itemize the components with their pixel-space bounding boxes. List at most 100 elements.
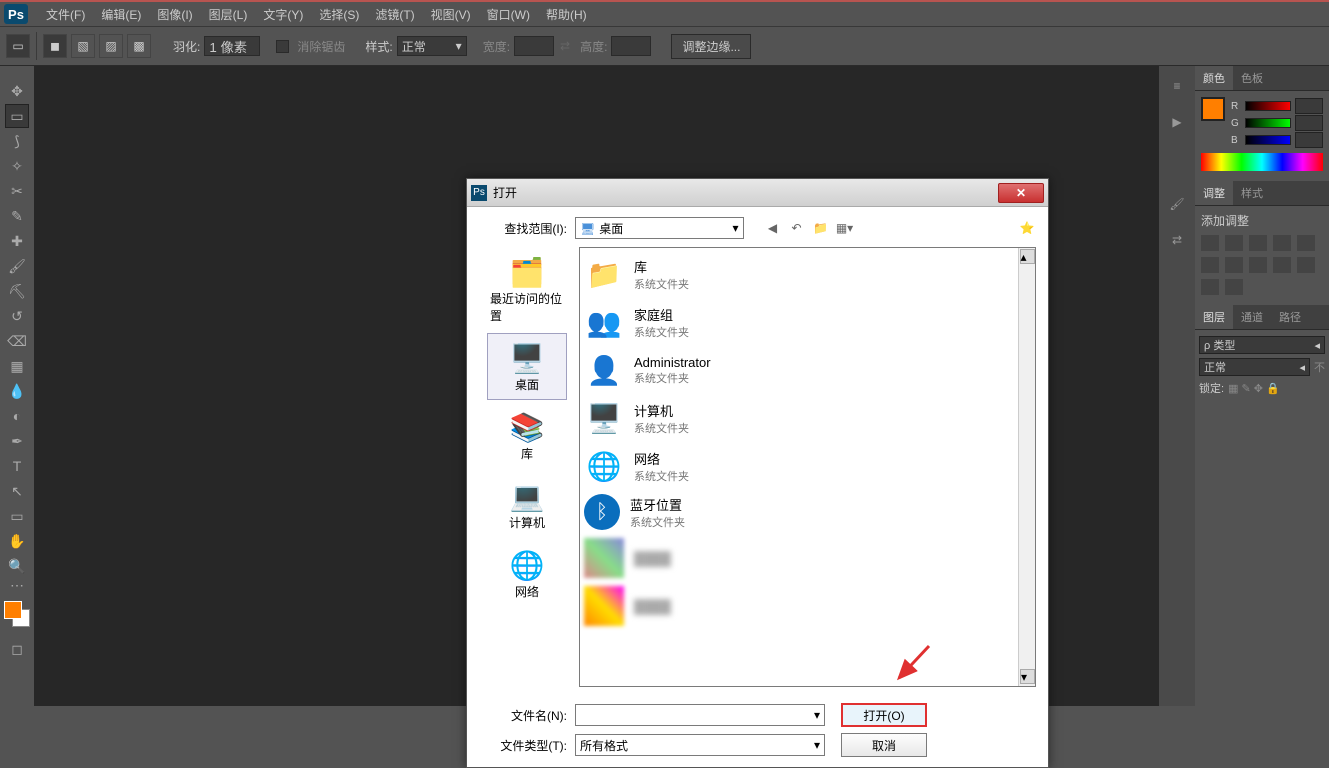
selection-new-icon[interactable]: ◼ <box>43 34 67 58</box>
back-icon[interactable]: ◀ <box>764 219 782 237</box>
file-item-homegroup[interactable]: 👥家庭组系统文件夹 <box>582 298 1033 346</box>
adj-icon[interactable] <box>1249 257 1267 273</box>
brush-preset-icon[interactable]: 🖌 <box>1167 194 1187 214</box>
menu-file[interactable]: 文件(F) <box>38 2 93 27</box>
adj-icon[interactable] <box>1201 257 1219 273</box>
adj-icon[interactable] <box>1201 235 1219 251</box>
adj-icon[interactable] <box>1297 235 1315 251</box>
spectrum-bar[interactable] <box>1201 153 1323 171</box>
fg-swatch[interactable] <box>1201 97 1225 121</box>
file-item-bluetooth[interactable]: ᛒ蓝牙位置系统文件夹 <box>582 490 1033 534</box>
menu-window[interactable]: 窗口(W) <box>479 2 538 27</box>
viewmenu-icon[interactable]: ▦▾ <box>836 219 854 237</box>
filetype-select[interactable]: 所有格式▾ <box>575 734 825 756</box>
menu-image[interactable]: 图像(I) <box>149 2 200 27</box>
eyedropper-tool-icon[interactable]: ✎ <box>5 204 29 228</box>
styles-tab[interactable]: 样式 <box>1233 181 1271 205</box>
hand-tool-icon[interactable]: ✋ <box>5 529 29 553</box>
scroll-up-icon[interactable]: ▴ <box>1020 249 1035 264</box>
layers-tab[interactable]: 图层 <box>1195 305 1233 329</box>
newfolder-icon[interactable]: 📁 <box>812 219 830 237</box>
dialog-titlebar[interactable]: Ps 打开 ✕ <box>467 179 1048 207</box>
blend-mode-select[interactable]: 正常◂ <box>1199 358 1310 376</box>
b-slider[interactable] <box>1245 135 1291 145</box>
swatches-icon[interactable]: ⇄ <box>1167 230 1187 250</box>
file-item-computer[interactable]: 🖥️计算机系统文件夹 <box>582 394 1033 442</box>
selection-add-icon[interactable]: ▧ <box>71 34 95 58</box>
gradient-tool-icon[interactable]: ▦ <box>5 354 29 378</box>
move-tool-icon[interactable]: ✥ <box>5 79 29 103</box>
file-item-library[interactable]: 📁库系统文件夹 <box>582 250 1033 298</box>
channels-tab[interactable]: 通道 <box>1233 305 1271 329</box>
adj-icon[interactable] <box>1273 257 1291 273</box>
menu-help[interactable]: 帮助(H) <box>538 2 595 27</box>
antialias-checkbox[interactable] <box>276 40 289 53</box>
foreground-swatch[interactable] <box>4 601 22 619</box>
marquee-tool-icon[interactable]: ▭ <box>5 104 29 128</box>
cancel-button[interactable]: 取消 <box>841 733 927 757</box>
place-computer[interactable]: 💻计算机 <box>487 471 567 538</box>
menu-view[interactable]: 视图(V) <box>423 2 479 27</box>
r-value[interactable] <box>1295 98 1323 114</box>
menu-type[interactable]: 文字(Y) <box>255 2 311 27</box>
g-slider[interactable] <box>1245 118 1291 128</box>
history-brush-icon[interactable]: ↺ <box>5 304 29 328</box>
file-item-image2[interactable]: ████ <box>582 582 1033 630</box>
wand-tool-icon[interactable]: ✧ <box>5 154 29 178</box>
path-tool-icon[interactable]: ↖ <box>5 479 29 503</box>
text-tool-icon[interactable]: T <box>5 454 29 478</box>
file-list[interactable]: 📁库系统文件夹 👥家庭组系统文件夹 👤Administrator系统文件夹 🖥️… <box>579 247 1036 687</box>
color-swatches[interactable] <box>4 601 30 627</box>
b-value[interactable] <box>1295 132 1323 148</box>
adj-icon[interactable] <box>1225 257 1243 273</box>
favorites-icon[interactable]: ⭐ <box>1018 219 1036 237</box>
quickmask-icon[interactable]: ◻ <box>5 637 29 661</box>
play-icon[interactable]: ▶ <box>1167 112 1187 132</box>
brush-tool-icon[interactable]: 🖌 <box>5 254 29 278</box>
dodge-tool-icon[interactable]: ◐ <box>5 404 29 428</box>
file-item-network[interactable]: 🌐网络系统文件夹 <box>582 442 1033 490</box>
adj-icon[interactable] <box>1249 235 1267 251</box>
lookin-combo[interactable]: 🖥桌面 ▾ <box>575 217 744 239</box>
place-library[interactable]: 📚库 <box>487 402 567 469</box>
style-select[interactable]: 正常▾ <box>397 36 467 56</box>
eraser-tool-icon[interactable]: ⌫ <box>5 329 29 353</box>
marquee-tool-icon[interactable]: ▭ <box>6 34 30 58</box>
place-recent[interactable]: 🗂️最近访问的位置 <box>487 247 567 331</box>
crop-tool-icon[interactable]: ✂ <box>5 179 29 203</box>
scroll-down-icon[interactable]: ▾ <box>1020 669 1035 684</box>
file-item-admin[interactable]: 👤Administrator系统文件夹 <box>582 346 1033 394</box>
swatches-tab[interactable]: 色板 <box>1233 66 1271 90</box>
stamp-tool-icon[interactable]: ⛏ <box>5 279 29 303</box>
blur-tool-icon[interactable]: 💧 <box>5 379 29 403</box>
file-item-image1[interactable]: ████ <box>582 534 1033 582</box>
heal-tool-icon[interactable]: ✚ <box>5 229 29 253</box>
lock-icons[interactable]: ▦ ✎ ✥ 🔒 <box>1228 382 1280 395</box>
lasso-tool-icon[interactable]: ⟆ <box>5 129 29 153</box>
filename-input[interactable]: ▾ <box>575 704 825 726</box>
adj-icon[interactable] <box>1225 235 1243 251</box>
up-icon[interactable]: ↶ <box>788 219 806 237</box>
menu-filter[interactable]: 滤镜(T) <box>367 2 422 27</box>
paths-tab[interactable]: 路径 <box>1271 305 1309 329</box>
zoom-tool-icon[interactable]: 🔍 <box>5 554 29 578</box>
selection-subtract-icon[interactable]: ▨ <box>99 34 123 58</box>
selection-intersect-icon[interactable]: ▩ <box>127 34 151 58</box>
layer-filter[interactable]: ρ 类型◂ <box>1199 336 1325 354</box>
adj-icon[interactable] <box>1201 279 1219 295</box>
adjustments-tab[interactable]: 调整 <box>1195 181 1233 205</box>
shape-tool-icon[interactable]: ▭ <box>5 504 29 528</box>
scrollbar[interactable]: ▴ ▾ <box>1018 248 1035 686</box>
place-desktop[interactable]: 🖥️桌面 <box>487 333 567 400</box>
close-button[interactable]: ✕ <box>998 183 1044 203</box>
feather-input[interactable] <box>204 36 260 56</box>
adj-icon[interactable] <box>1225 279 1243 295</box>
menu-select[interactable]: 选择(S) <box>311 2 367 27</box>
adj-icon[interactable] <box>1297 257 1315 273</box>
refine-edge-button[interactable]: 调整边缘... <box>671 34 751 59</box>
color-tab[interactable]: 颜色 <box>1195 66 1233 90</box>
adj-icon[interactable] <box>1273 235 1291 251</box>
menu-layer[interactable]: 图层(L) <box>201 2 256 27</box>
menu-edit[interactable]: 编辑(E) <box>93 2 149 27</box>
r-slider[interactable] <box>1245 101 1291 111</box>
